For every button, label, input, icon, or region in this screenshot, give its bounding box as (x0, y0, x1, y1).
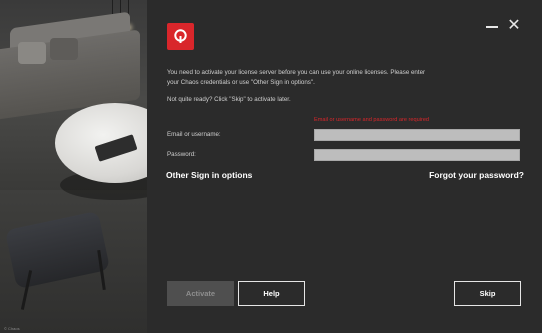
skip-button[interactable]: Skip (454, 281, 521, 306)
email-label: Email or username: (167, 131, 221, 138)
chaos-logo-icon (167, 23, 194, 50)
password-label: Password: (167, 151, 196, 158)
help-button[interactable]: Help (238, 281, 305, 306)
hero-image: © Chaos (0, 0, 147, 333)
other-sign-in-link[interactable]: Other Sign in options (166, 170, 252, 180)
activate-button[interactable]: Activate (167, 281, 234, 306)
sofa-cushion (18, 42, 46, 64)
sofa-cushion (50, 38, 78, 60)
image-caption: © Chaos (4, 326, 20, 331)
activation-dialog: ✕ You need to activate your license serv… (147, 0, 542, 333)
forgot-password-link[interactable]: Forgot your password? (429, 170, 524, 180)
password-field[interactable] (314, 149, 520, 161)
activation-message: You need to activate your license server… (167, 69, 426, 86)
skip-hint: Not quite ready? Click "Skip" to activat… (167, 96, 291, 103)
close-icon[interactable]: ✕ (506, 18, 522, 34)
email-field[interactable] (314, 129, 520, 141)
error-message: Email or username and password are requi… (314, 117, 430, 123)
minimize-icon[interactable] (484, 18, 500, 34)
